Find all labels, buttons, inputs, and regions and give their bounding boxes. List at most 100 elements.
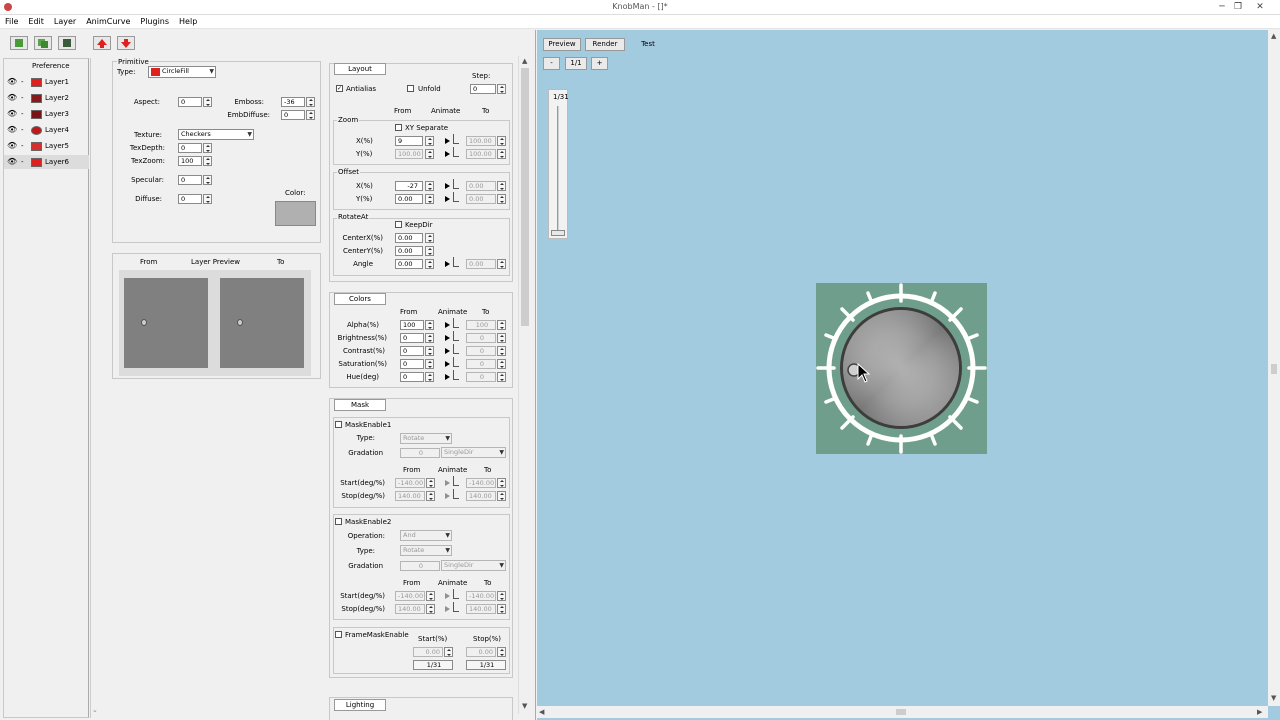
mask-enable2-checkbox[interactable] [335, 518, 342, 525]
texdepth-input[interactable]: 0 [178, 143, 202, 153]
layer-row[interactable]: 👁 - Layer1 [4, 75, 89, 89]
mask2-start-to-input[interactable]: -140.00 [466, 591, 496, 601]
brightness-from-input[interactable]: 0 [400, 333, 424, 343]
preview-hscroll-thumb[interactable] [896, 709, 906, 715]
saturation-animate-icon[interactable] [444, 359, 452, 369]
zoom-y-to-spinner[interactable] [497, 149, 506, 159]
offset-x-from-input[interactable]: -27 [395, 181, 423, 191]
angle-to-spinner[interactable] [497, 259, 506, 269]
mask1-start-to-input[interactable]: -140.00 [466, 478, 496, 488]
layer-row[interactable]: 👁 - Layer4 [4, 123, 89, 137]
alpha-to-input[interactable]: 100 [466, 320, 496, 330]
scroll-up-icon[interactable]: ▲ [1271, 32, 1276, 40]
framemask-start-input[interactable]: 0.00 [413, 647, 443, 657]
unfold-checkbox[interactable] [407, 85, 414, 92]
contrast-curve-icon[interactable] [453, 344, 459, 354]
keepdir-checkbox[interactable] [395, 221, 402, 228]
delete-layer-button[interactable] [58, 36, 76, 50]
tab-mask[interactable]: Mask [334, 399, 386, 411]
tab-lighting[interactable]: Lighting [334, 699, 386, 711]
texture-select[interactable]: Checkers ▼ [178, 129, 254, 140]
move-layer-down-button[interactable] [117, 36, 135, 50]
alpha-from-spinner[interactable] [425, 320, 434, 330]
add-layer-button[interactable] [10, 36, 28, 50]
saturation-to-input[interactable]: 0 [466, 359, 496, 369]
angle-to-input[interactable]: 0.00 [466, 259, 496, 269]
angle-from-input[interactable]: 0.00 [395, 259, 423, 269]
hue-animate-icon[interactable] [444, 372, 452, 382]
brightness-animate-icon[interactable] [444, 333, 452, 343]
preview-horizontal-scrollbar[interactable]: ◀ ▶ [537, 706, 1268, 718]
menu-file[interactable]: File [0, 15, 23, 29]
mask1-direction-select[interactable]: SingleDir ▼ [441, 447, 506, 458]
contrast-to-spinner[interactable] [497, 346, 506, 356]
offset-y-curve-icon[interactable] [453, 192, 459, 202]
angle-animate-icon[interactable] [444, 259, 452, 269]
eye-icon[interactable]: 👁 [7, 107, 17, 121]
framemask-start-frame[interactable]: 1/31 [413, 660, 453, 670]
tab-colors[interactable]: Colors [334, 293, 386, 305]
texzoom-spinner[interactable] [203, 156, 212, 166]
mask2-stop-curve-icon[interactable] [453, 602, 459, 612]
move-layer-up-button[interactable] [93, 36, 111, 50]
mask2-start-from-input[interactable]: -140.00 [395, 591, 425, 601]
frame-plus-button[interactable]: + [591, 57, 608, 70]
scroll-left-icon[interactable]: ◀ [539, 708, 544, 716]
layer-row[interactable]: 👁 - Layer5 [4, 139, 89, 153]
mask2-stop-from-input[interactable]: 140.00 [395, 604, 425, 614]
mask2-operation-select[interactable]: And ▼ [400, 530, 452, 541]
contrast-from-spinner[interactable] [425, 346, 434, 356]
color-swatch[interactable] [275, 201, 316, 226]
mask1-stop-to-spinner[interactable] [497, 491, 506, 501]
zoom-x-from-input[interactable]: 9 [395, 136, 423, 146]
offset-y-animate-icon[interactable] [444, 194, 452, 204]
scroll-down-icon[interactable]: ▼ [1271, 694, 1276, 702]
step-spinner[interactable] [497, 84, 506, 94]
offset-y-to-input[interactable]: 0.00 [466, 194, 496, 204]
eye-icon[interactable]: 👁 [7, 75, 17, 89]
offset-y-to-spinner[interactable] [497, 194, 506, 204]
centerx-input[interactable]: 0.00 [395, 233, 423, 243]
mask2-type-select[interactable]: Rotate ▼ [400, 545, 452, 556]
angle-curve-icon[interactable] [453, 257, 459, 267]
zoom-y-curve-icon[interactable] [453, 147, 459, 157]
diffuse-input[interactable]: 0 [178, 194, 202, 204]
centery-spinner[interactable] [425, 246, 434, 256]
contrast-animate-icon[interactable] [444, 346, 452, 356]
mask1-start-from-spinner[interactable] [426, 478, 435, 488]
brightness-from-spinner[interactable] [425, 333, 434, 343]
hue-from-input[interactable]: 0 [400, 372, 424, 382]
scroll-up-icon[interactable]: ▲ [522, 57, 527, 65]
alpha-curve-icon[interactable] [453, 318, 459, 328]
menu-edit[interactable]: Edit [23, 15, 49, 29]
xy-separate-checkbox[interactable] [395, 124, 402, 131]
scroll-right-icon[interactable]: ▶ [1257, 708, 1262, 716]
restore-button[interactable]: ❐ [1230, 0, 1246, 14]
embdiffuse-input[interactable]: 0 [281, 110, 305, 120]
duplicate-layer-button[interactable] [34, 36, 52, 50]
saturation-from-input[interactable]: 0 [400, 359, 424, 369]
diffuse-spinner[interactable] [203, 194, 212, 204]
saturation-from-spinner[interactable] [425, 359, 434, 369]
hue-to-spinner[interactable] [497, 372, 506, 382]
offset-y-from-input[interactable]: 0.00 [395, 194, 423, 204]
minimize-button[interactable]: ─ [1214, 0, 1230, 14]
texzoom-input[interactable]: 100 [178, 156, 202, 166]
zoom-x-to-spinner[interactable] [497, 136, 506, 146]
eye-icon[interactable]: 👁 [7, 155, 17, 169]
brightness-to-input[interactable]: 0 [466, 333, 496, 343]
mask1-stop-from-input[interactable]: 140.00 [395, 491, 425, 501]
mask2-direction-select[interactable]: SingleDir ▼ [441, 560, 506, 571]
offset-x-animate-icon[interactable] [444, 181, 452, 191]
test-slider[interactable]: 1/31 [548, 89, 569, 239]
mask1-start-animate-icon[interactable] [444, 478, 452, 488]
mask1-start-to-spinner[interactable] [497, 478, 506, 488]
saturation-curve-icon[interactable] [453, 357, 459, 367]
embdiffuse-spinner[interactable] [306, 110, 315, 120]
layer-row[interactable]: 👁 - Layer2 [4, 91, 89, 105]
hue-to-input[interactable]: 0 [466, 372, 496, 382]
zoom-y-from-spinner[interactable] [425, 149, 434, 159]
emboss-input[interactable]: -36 [281, 97, 305, 107]
offset-x-curve-icon[interactable] [453, 179, 459, 189]
test-slider-track[interactable] [557, 106, 559, 230]
